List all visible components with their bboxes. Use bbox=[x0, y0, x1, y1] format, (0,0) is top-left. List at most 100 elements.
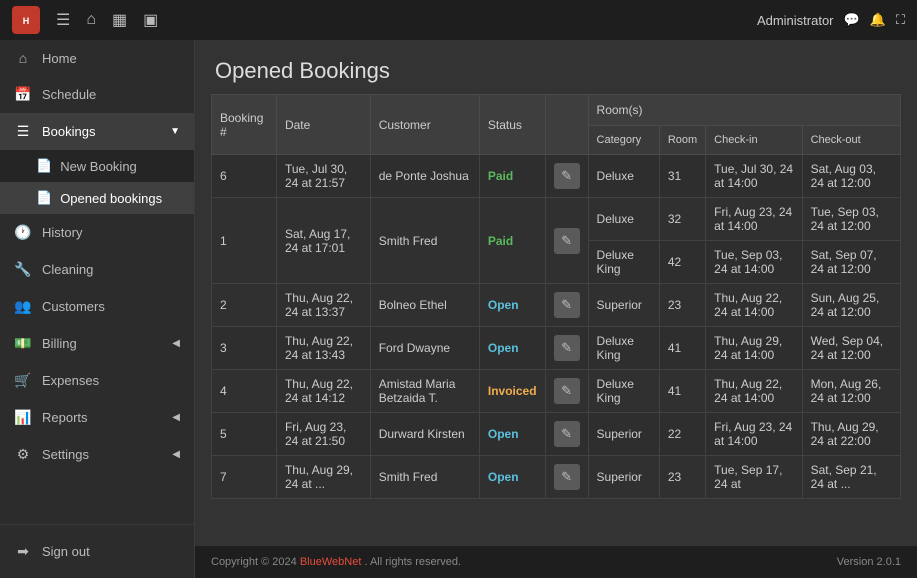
cell-checkin: Fri, Aug 23, 24 at 14:00 bbox=[706, 413, 802, 456]
cell-booking: 3 bbox=[212, 327, 277, 370]
edit-button[interactable]: ✎ bbox=[554, 228, 580, 254]
bookings-table: Booking # Date Customer Status Room(s) C… bbox=[211, 94, 901, 499]
cell-checkout: Sun, Aug 25, 24 at 12:00 bbox=[802, 284, 900, 327]
sidebar-item-history[interactable]: 🕐 History bbox=[0, 214, 194, 251]
sidebar-item-expenses[interactable]: 🛒 Expenses bbox=[0, 362, 194, 399]
edit-button[interactable]: ✎ bbox=[554, 335, 580, 361]
cell-checkin: Tue, Sep 17, 24 at bbox=[706, 456, 802, 499]
grid-icon[interactable]: ▦ bbox=[112, 10, 127, 30]
cell-category: Deluxe King bbox=[588, 327, 659, 370]
cell-edit: ✎ bbox=[545, 155, 588, 198]
table-row: 6Tue, Jul 30, 24 at 21:57de Ponte Joshua… bbox=[212, 155, 901, 198]
main-layout: ⌂ Home 📅 Schedule ☰ Bookings ▼ 📄 New Boo… bbox=[0, 40, 917, 578]
app-logo: H bbox=[12, 6, 40, 34]
cell-date: Tue, Jul 30, 24 at 21:57 bbox=[276, 155, 370, 198]
home-nav-icon: ⌂ bbox=[14, 50, 32, 66]
cell-checkin: Thu, Aug 29, 24 at 14:00 bbox=[706, 327, 802, 370]
footer: Copyright © 2024 BlueWebNet . All rights… bbox=[195, 546, 917, 578]
cell-room-number: 32 bbox=[659, 198, 705, 241]
sidebar-item-schedule[interactable]: 📅 Schedule bbox=[0, 76, 194, 113]
signout-icon: ➡ bbox=[14, 543, 32, 560]
sidebar-item-cleaning[interactable]: 🔧 Cleaning bbox=[0, 251, 194, 288]
cell-customer: Bolneo Ethel bbox=[370, 284, 479, 327]
cell-edit: ✎ bbox=[545, 198, 588, 284]
cell-category: Deluxe bbox=[588, 198, 659, 241]
sidebar-item-settings[interactable]: ⚙ Settings ◀ bbox=[0, 436, 194, 473]
table-row: 1Sat, Aug 17, 24 at 17:01Smith FredPaid✎… bbox=[212, 198, 901, 241]
edit-button[interactable]: ✎ bbox=[554, 464, 580, 490]
col-status: Status bbox=[479, 95, 545, 155]
sidebar-item-reports[interactable]: 📊 Reports ◀ bbox=[0, 399, 194, 436]
cell-room-number: 41 bbox=[659, 370, 705, 413]
chat-icon[interactable]: 💬 bbox=[844, 12, 860, 28]
cleaning-icon: 🔧 bbox=[14, 261, 32, 278]
cell-date: Sat, Aug 17, 24 at 17:01 bbox=[276, 198, 370, 284]
bell-icon[interactable]: 🔔 bbox=[870, 12, 886, 28]
edit-button[interactable]: ✎ bbox=[554, 421, 580, 447]
sidebar-item-opened-bookings[interactable]: 📄 Opened bookings bbox=[0, 182, 194, 214]
content-header: Opened Bookings bbox=[195, 40, 917, 94]
content-area: Opened Bookings Booking # Date Customer … bbox=[195, 40, 917, 578]
sidebar-item-new-booking[interactable]: 📄 New Booking bbox=[0, 150, 194, 182]
cell-customer: Smith Fred bbox=[370, 198, 479, 284]
cell-booking: 4 bbox=[212, 370, 277, 413]
cell-status: Paid bbox=[479, 155, 545, 198]
cell-category: Superior bbox=[588, 413, 659, 456]
cell-checkout: Mon, Aug 26, 24 at 12:00 bbox=[802, 370, 900, 413]
settings-arrow-icon: ◀ bbox=[172, 449, 180, 460]
billing-arrow-icon: ◀ bbox=[172, 338, 180, 349]
col-rooms-header: Room(s) bbox=[588, 95, 900, 126]
sidebar-footer: ➡ Sign out bbox=[0, 524, 194, 578]
topbar-right: Administrator 💬 🔔 ⛶ bbox=[757, 12, 905, 28]
cell-category: Deluxe King bbox=[588, 370, 659, 413]
customers-icon: 👥 bbox=[14, 298, 32, 315]
page-title: Opened Bookings bbox=[215, 58, 897, 84]
table-row: 3Thu, Aug 22, 24 at 13:43Ford DwayneOpen… bbox=[212, 327, 901, 370]
cell-date: Thu, Aug 29, 24 at ... bbox=[276, 456, 370, 499]
bookings-arrow-icon: ▼ bbox=[170, 126, 180, 137]
fullscreen-icon[interactable]: ⛶ bbox=[896, 12, 905, 28]
table-row: 2Thu, Aug 22, 24 at 13:37Bolneo EthelOpe… bbox=[212, 284, 901, 327]
cell-room-number: 23 bbox=[659, 284, 705, 327]
billing-icon: 💵 bbox=[14, 335, 32, 352]
sidebar-item-signout[interactable]: ➡ Sign out bbox=[0, 533, 194, 570]
cell-date: Thu, Aug 22, 24 at 13:43 bbox=[276, 327, 370, 370]
sidebar-item-home[interactable]: ⌂ Home bbox=[0, 40, 194, 76]
edit-button[interactable]: ✎ bbox=[554, 292, 580, 318]
cell-customer: Ford Dwayne bbox=[370, 327, 479, 370]
menu-icon[interactable]: ☰ bbox=[56, 10, 70, 30]
cell-edit: ✎ bbox=[545, 327, 588, 370]
topbar: H ☰ ⌂ ▦ ▣ Administrator 💬 🔔 ⛶ bbox=[0, 0, 917, 40]
sidebar-item-customers[interactable]: 👥 Customers bbox=[0, 288, 194, 325]
expenses-icon: 🛒 bbox=[14, 372, 32, 389]
cell-room-number: 22 bbox=[659, 413, 705, 456]
cell-category: Superior bbox=[588, 456, 659, 499]
home-icon[interactable]: ⌂ bbox=[86, 11, 96, 29]
svg-text:H: H bbox=[23, 16, 30, 26]
cell-date: Thu, Aug 22, 24 at 14:12 bbox=[276, 370, 370, 413]
calendar-icon[interactable]: ▣ bbox=[143, 10, 158, 30]
cell-status: Invoiced bbox=[479, 370, 545, 413]
reports-arrow-icon: ◀ bbox=[172, 412, 180, 423]
cell-edit: ✎ bbox=[545, 284, 588, 327]
cell-checkout: Sat, Aug 03, 24 at 12:00 bbox=[802, 155, 900, 198]
edit-button[interactable]: ✎ bbox=[554, 163, 580, 189]
cell-room-number: 42 bbox=[659, 241, 705, 284]
settings-icon: ⚙ bbox=[14, 446, 32, 463]
footer-copyright: Copyright © 2024 BlueWebNet . All rights… bbox=[211, 556, 461, 568]
col-room: Room bbox=[659, 126, 705, 155]
edit-button[interactable]: ✎ bbox=[554, 378, 580, 404]
cell-checkout: Wed, Sep 04, 24 at 12:00 bbox=[802, 327, 900, 370]
cell-edit: ✎ bbox=[545, 370, 588, 413]
footer-brand-link[interactable]: BlueWebNet bbox=[300, 556, 362, 568]
cell-edit: ✎ bbox=[545, 413, 588, 456]
reports-icon: 📊 bbox=[14, 409, 32, 426]
cell-customer: Amistad Maria Betzaida T. bbox=[370, 370, 479, 413]
footer-version: Version 2.0.1 bbox=[837, 556, 901, 568]
cell-checkin: Tue, Sep 03, 24 at 14:00 bbox=[706, 241, 802, 284]
sidebar-item-bookings[interactable]: ☰ Bookings ▼ bbox=[0, 113, 194, 150]
col-booking: Booking # bbox=[212, 95, 277, 155]
cell-checkout: Sat, Sep 07, 24 at 12:00 bbox=[802, 241, 900, 284]
col-category: Category bbox=[588, 126, 659, 155]
sidebar-item-billing[interactable]: 💵 Billing ◀ bbox=[0, 325, 194, 362]
